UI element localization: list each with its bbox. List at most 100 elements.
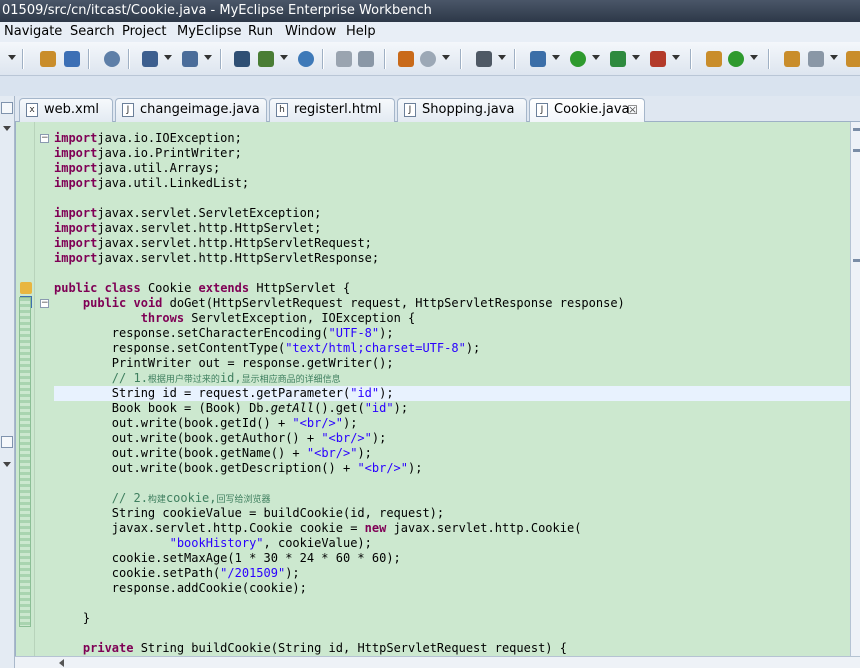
- task-icon[interactable]: [650, 51, 666, 67]
- debug-icon[interactable]: [530, 51, 546, 67]
- code-line[interactable]: response.addCookie(cookie);: [54, 581, 850, 596]
- server-icon[interactable]: [336, 51, 352, 67]
- code-line[interactable]: importjavax.servlet.http.HttpServlet;: [54, 221, 850, 236]
- code-line[interactable]: [54, 626, 850, 641]
- scroll-left-icon[interactable]: [59, 659, 64, 667]
- code-line[interactable]: [54, 476, 850, 491]
- chevron-down-icon[interactable]: [442, 55, 450, 60]
- chevron-down-icon[interactable]: [3, 462, 11, 467]
- code-line[interactable]: javax.servlet.http.Cookie cookie = new j…: [54, 521, 850, 536]
- code-line[interactable]: String cookieValue = buildCookie(id, req…: [54, 506, 850, 521]
- chevron-down-icon[interactable]: [552, 55, 560, 60]
- code-line[interactable]: // 2.构建cookie,回写给浏览器: [54, 491, 850, 506]
- menu-search[interactable]: Search: [68, 23, 117, 41]
- code-line[interactable]: "bookHistory", cookieValue);: [54, 536, 850, 551]
- vertical-scrollbar[interactable]: [850, 122, 860, 656]
- source-code[interactable]: importjava.io.IOException; importjava.io.…: [54, 131, 850, 656]
- code-line[interactable]: cookie.setPath("/201509");: [54, 566, 850, 581]
- save-icon[interactable]: [104, 51, 120, 67]
- debug-icon[interactable]: [398, 51, 414, 67]
- tab-web-xml[interactable]: x web.xml: [19, 98, 113, 122]
- open-perspective-icon[interactable]: [610, 51, 626, 67]
- coverage-icon[interactable]: [476, 51, 492, 67]
- code-line[interactable]: [54, 191, 850, 206]
- refresh-icon[interactable]: [728, 51, 744, 67]
- code-line[interactable]: out.write(book.getName() + "<br/>");: [54, 446, 850, 461]
- code-line[interactable]: out.write(book.getDescription() + "<br/>…: [54, 461, 850, 476]
- code-token: doGet(HttpServletRequest request, HttpSe…: [162, 296, 625, 310]
- code-line[interactable]: importjava.util.Arrays;: [54, 161, 850, 176]
- warning-icon[interactable]: [20, 282, 32, 294]
- tab-shopping-java[interactable]: J Shopping.java: [397, 98, 527, 122]
- chevron-down-icon[interactable]: [204, 55, 212, 60]
- code-line[interactable]: importjavax.servlet.http.HttpServletResp…: [54, 251, 850, 266]
- code-line[interactable]: [54, 596, 850, 611]
- code-line[interactable]: importjavax.servlet.http.HttpServletRequ…: [54, 236, 850, 251]
- tab-label: changeimage.java: [140, 102, 260, 117]
- deploy-icon[interactable]: [298, 51, 314, 67]
- chevron-down-icon[interactable]: [164, 55, 172, 60]
- fold-toggle-icon[interactable]: −: [40, 134, 49, 143]
- code-token: new: [364, 521, 387, 535]
- web-browser-icon[interactable]: [258, 51, 274, 67]
- overview-marker[interactable]: [853, 128, 860, 131]
- tab-registerl-html[interactable]: h registerl.html: [269, 98, 395, 122]
- pin-icon[interactable]: [706, 51, 722, 67]
- chevron-down-icon[interactable]: [750, 55, 758, 60]
- overview-marker[interactable]: [853, 149, 860, 152]
- horizontal-scrollbar[interactable]: [15, 656, 860, 668]
- chevron-down-icon[interactable]: [672, 55, 680, 60]
- chevron-down-icon[interactable]: [280, 55, 288, 60]
- nav-icon[interactable]: [784, 51, 800, 67]
- menu-run[interactable]: Run: [246, 23, 275, 41]
- code-line[interactable]: [54, 266, 850, 281]
- code-line[interactable]: PrintWriter out = response.getWriter();: [54, 356, 850, 371]
- code-line[interactable]: }: [54, 611, 850, 626]
- menu-myeclipse[interactable]: MyEclipse: [175, 23, 244, 41]
- open-type-icon[interactable]: [64, 51, 80, 67]
- code-line[interactable]: cookie.setMaxAge(1 * 30 * 24 * 60 * 60);: [54, 551, 850, 566]
- code-line[interactable]: importjava.io.PrintWriter;: [54, 146, 850, 161]
- code-line[interactable]: // 1.根据用户带过来的id,显示相应商品的详细信息: [54, 371, 850, 386]
- tab-changeimage-java[interactable]: J changeimage.java: [115, 98, 267, 122]
- chevron-down-icon[interactable]: [830, 55, 838, 60]
- code-line[interactable]: out.write(book.getAuthor() + "<br/>");: [54, 431, 850, 446]
- chevron-down-icon[interactable]: [498, 55, 506, 60]
- code-line[interactable]: response.setContentType("text/html;chars…: [54, 341, 850, 356]
- chevron-down-icon[interactable]: [632, 55, 640, 60]
- run-icon[interactable]: [570, 51, 586, 67]
- code-line[interactable]: importjava.io.IOException;: [54, 131, 850, 146]
- code-line[interactable]: throws ServletException, IOException {: [54, 311, 850, 326]
- nav-icon[interactable]: [846, 51, 860, 67]
- overview-marker[interactable]: [853, 259, 860, 262]
- chevron-down-icon[interactable]: [592, 55, 600, 60]
- code-line[interactable]: String id = request.getParameter("id");: [54, 386, 850, 401]
- nav-icon[interactable]: [808, 51, 824, 67]
- open-element-icon[interactable]: [234, 51, 250, 67]
- code-line[interactable]: response.setCharacterEncoding("UTF-8");: [54, 326, 850, 341]
- restore-view-icon[interactable]: [1, 102, 13, 114]
- menu-navigate[interactable]: Navigate: [2, 23, 64, 41]
- chevron-down-icon[interactable]: [3, 126, 11, 131]
- menu-window[interactable]: Window: [283, 23, 338, 41]
- close-icon[interactable]: ☒: [627, 99, 638, 121]
- fold-toggle-icon[interactable]: −: [40, 299, 49, 308]
- code-line[interactable]: private String buildCookie(String id, Ht…: [54, 641, 850, 656]
- run-config-icon[interactable]: [358, 51, 374, 67]
- restore-view-icon[interactable]: [1, 436, 13, 448]
- code-line[interactable]: Book book = (Book) Db.getAll().get("id")…: [54, 401, 850, 416]
- new-wizard-icon[interactable]: [40, 51, 56, 67]
- external-tools-icon[interactable]: [420, 51, 436, 67]
- code-line[interactable]: public class Cookie extends HttpServlet …: [54, 281, 850, 296]
- menu-project[interactable]: Project: [120, 23, 168, 41]
- chevron-down-icon[interactable]: [8, 55, 16, 60]
- code-line[interactable]: out.write(book.getId() + "<br/>");: [54, 416, 850, 431]
- search-icon[interactable]: [182, 51, 198, 67]
- menu-help[interactable]: Help: [344, 23, 378, 41]
- code-line[interactable]: importjavax.servlet.ServletException;: [54, 206, 850, 221]
- code-editor[interactable]: − − importjava.io.IOException; importjava…: [15, 122, 850, 656]
- tab-cookie-java[interactable]: J Cookie.java ☒: [529, 98, 645, 122]
- code-line[interactable]: public void doGet(HttpServletRequest req…: [54, 296, 850, 311]
- build-icon[interactable]: [142, 51, 158, 67]
- code-line[interactable]: importjava.util.LinkedList;: [54, 176, 850, 191]
